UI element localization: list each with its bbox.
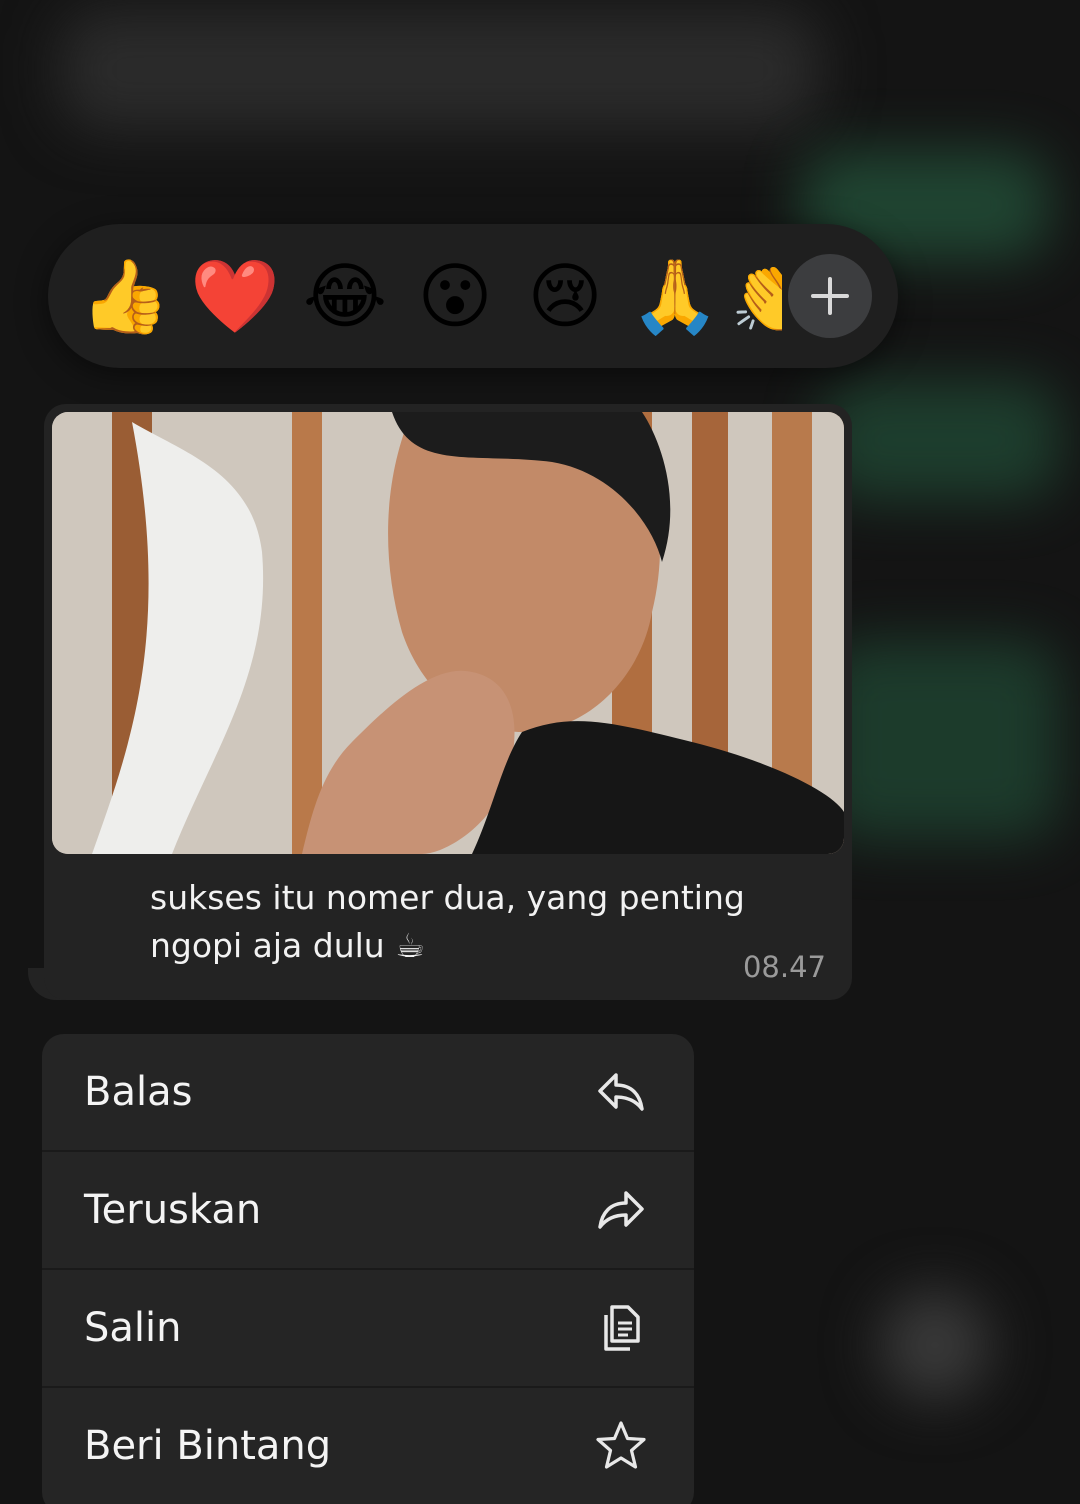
blurred-background (820, 640, 1060, 840)
reaction-pray[interactable]: 🙏 (620, 241, 730, 351)
menu-item-label: Balas (84, 1069, 193, 1115)
menu-item-label: Salin (84, 1305, 182, 1351)
reaction-clap[interactable]: 👏 (730, 241, 782, 351)
blurred-background (60, 10, 820, 130)
copy-icon (604, 1305, 640, 1351)
menu-item-forward[interactable]: Teruskan (42, 1152, 694, 1270)
menu-item-label: Teruskan (84, 1187, 262, 1233)
caption-line: sukses itu nomer dua, yang penting (150, 878, 745, 917)
reaction-bar: 👍 ❤️ 😂 😮 😢 🙏 👏 (48, 224, 898, 368)
menu-item-reply[interactable]: Balas (42, 1034, 694, 1152)
reaction-sad[interactable]: 😢 (510, 241, 620, 351)
message-time: 08.47 (742, 950, 826, 984)
blurred-background (880, 1290, 990, 1400)
reaction-thumbs-up[interactable]: 👍 (70, 241, 180, 351)
message-caption: sukses itu nomer dua, yang penting ngopi… (150, 874, 790, 970)
caption-line: ngopi aja dulu ☕ (150, 926, 425, 965)
context-menu: Balas Teruskan Salin Beri Bintang (42, 1034, 694, 1504)
message-photo[interactable] (52, 412, 844, 854)
star-icon (596, 1421, 646, 1469)
message-bubble[interactable]: sukses itu nomer dua, yang penting ngopi… (44, 404, 852, 1000)
reaction-surprised[interactable]: 😮 (400, 241, 510, 351)
photo-illustration (52, 412, 844, 854)
plus-icon (811, 277, 849, 315)
reaction-laugh[interactable]: 😂 (290, 241, 400, 351)
forward-icon (598, 1191, 644, 1229)
blurred-background (820, 380, 1060, 500)
reaction-heart[interactable]: ❤️ (180, 241, 290, 351)
menu-item-copy[interactable]: Salin (42, 1270, 694, 1388)
reply-icon (598, 1073, 644, 1111)
menu-item-star[interactable]: Beri Bintang (42, 1388, 694, 1504)
more-reactions-button[interactable] (788, 254, 872, 338)
menu-item-label: Beri Bintang (84, 1423, 332, 1469)
chat-screen: 👍 ❤️ 😂 😮 😢 🙏 👏 sukses itu nomer dua, yan… (0, 0, 1080, 1504)
